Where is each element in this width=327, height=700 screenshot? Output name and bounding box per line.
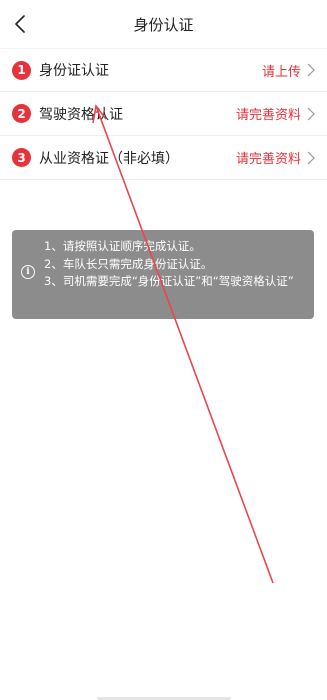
row-id-card[interactable]: 1 身份证认证 请上传 [0, 48, 327, 92]
row-label: 从业资格证（非必填） [39, 150, 179, 167]
page-title: 身份认证 [133, 16, 194, 34]
certification-list: 1 身份证认证 请上传 2 驾驶资格认证 请完善资料 3 从业资格证（非必填） … [0, 48, 327, 180]
row-action: 请完善资料 [235, 108, 301, 123]
notice-line: 3、司机需要完成“身份证认证”和“驾驶资格认证” [44, 274, 294, 288]
notice-line: 2、车队长只需完成身份证认证。 [44, 256, 213, 271]
chevron-right-icon [307, 151, 315, 164]
notice-line: 1、请按照认证顺序完成认证。 [44, 239, 201, 253]
info-icon: i [21, 265, 35, 279]
notice-box: i 1、请按照认证顺序完成认证。 2、车队长只需完成身份证认证。 3、司机需要完… [12, 230, 314, 319]
step-number-badge: 3 [12, 148, 31, 167]
row-driving-qualification[interactable]: 2 驾驶资格认证 请完善资料 [0, 92, 327, 136]
chevron-right-icon [307, 107, 315, 120]
row-label: 身份证认证 [39, 63, 109, 79]
row-action: 请上传 [261, 64, 301, 80]
notice-text: 1、请按照认证顺序完成认证。 2、车队长只需完成身份证认证。 3、司机需要完成“… [44, 238, 312, 291]
row-professional-qualification[interactable]: 3 从业资格证（非必填） 请完善资料 [0, 136, 327, 180]
row-label: 驾驶资格认证 [39, 106, 123, 123]
row-action: 请完善资料 [235, 152, 301, 167]
header: 身份认证 [0, 0, 327, 48]
step-number-badge: 1 [12, 60, 31, 80]
chevron-right-icon [307, 63, 315, 77]
step-number-badge: 2 [12, 104, 31, 123]
